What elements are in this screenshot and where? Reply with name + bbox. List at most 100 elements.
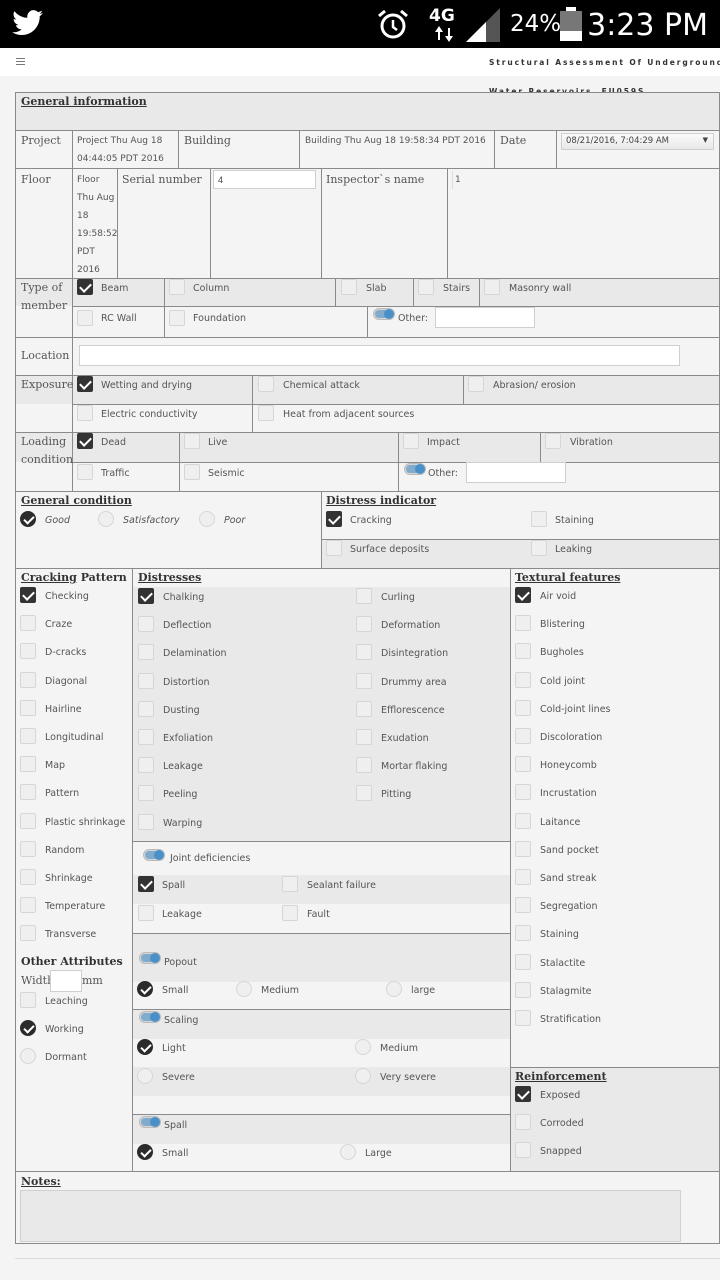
textural-feature-item-checkbox[interactable] (515, 981, 531, 998)
serial-number-input[interactable] (213, 170, 316, 189)
good-radio[interactable] (20, 511, 36, 527)
textural-feature-item-checkbox[interactable] (515, 728, 531, 744)
floor-value[interactable]: Floor Thu Aug 18 19:58:52 PDT 2016 (77, 171, 117, 279)
textural-feature-item-checkbox[interactable] (515, 615, 531, 632)
cracking-pattern-item-checkbox[interactable] (20, 587, 36, 603)
popout-large-radio[interactable] (386, 981, 402, 997)
popout-toggle[interactable] (139, 952, 161, 964)
cracking-pattern-item-checkbox[interactable] (20, 728, 36, 744)
sealant-failure-checkbox[interactable] (282, 876, 298, 892)
date-select[interactable]: 08/21/2016, 7:04:29 AM ▼ (561, 133, 714, 150)
distress-item-checkbox[interactable] (356, 672, 372, 689)
menu-icon[interactable] (16, 58, 25, 65)
stairs-checkbox[interactable] (418, 279, 434, 295)
popout-small-radio[interactable] (137, 981, 153, 997)
notes-textarea[interactable] (20, 1190, 681, 1242)
textural-feature-item-checkbox[interactable] (515, 869, 531, 885)
distress-item-checkbox[interactable] (138, 616, 154, 633)
staining-ind-checkbox[interactable] (531, 511, 547, 527)
distress-item-checkbox[interactable] (356, 729, 372, 745)
textural-feature-item-checkbox[interactable] (515, 671, 531, 688)
spall-small-radio[interactable] (137, 1144, 153, 1160)
fault-checkbox[interactable] (282, 905, 298, 921)
impact-checkbox[interactable] (403, 433, 419, 449)
loading-other-input[interactable] (466, 462, 566, 483)
distress-item-checkbox[interactable] (138, 729, 154, 745)
width-input[interactable] (50, 970, 82, 992)
distress-item-checkbox[interactable] (356, 588, 372, 604)
textural-feature-item-checkbox[interactable] (515, 643, 531, 660)
distress-item-checkbox[interactable] (138, 757, 154, 774)
leaching-checkbox[interactable] (20, 992, 36, 1008)
distress-item-checkbox[interactable] (356, 700, 372, 717)
distress-item-checkbox[interactable] (356, 785, 372, 802)
abrasion-checkbox[interactable] (468, 376, 484, 392)
spall-large-radio[interactable] (340, 1144, 356, 1160)
dead-checkbox[interactable] (77, 433, 93, 449)
textural-feature-item-checkbox[interactable] (515, 953, 531, 970)
masonry-checkbox[interactable] (484, 279, 500, 295)
cracking-pattern-item-checkbox[interactable] (20, 756, 36, 773)
textural-feature-item-checkbox[interactable] (515, 699, 531, 716)
vibration-checkbox[interactable] (545, 433, 561, 449)
distress-item-checkbox[interactable] (356, 616, 372, 633)
dormant-radio[interactable] (20, 1048, 36, 1064)
textural-feature-item-checkbox[interactable] (515, 812, 531, 829)
working-radio[interactable] (20, 1020, 36, 1036)
joint-leakage-checkbox[interactable] (138, 905, 154, 921)
textural-feature-item-checkbox[interactable] (515, 840, 531, 857)
scaling-toggle[interactable] (139, 1011, 161, 1023)
textural-feature-item-checkbox[interactable] (515, 756, 531, 773)
seismic-checkbox[interactable] (184, 464, 200, 480)
scaling-very-severe-radio[interactable] (355, 1068, 371, 1084)
live-checkbox[interactable] (184, 433, 200, 449)
textural-feature-item-checkbox[interactable] (515, 897, 531, 914)
cracking-pattern-item-checkbox[interactable] (20, 925, 36, 942)
cracking-pattern-item-checkbox[interactable] (20, 840, 36, 857)
scaling-severe-radio[interactable] (137, 1068, 153, 1084)
cracking-pattern-item-checkbox[interactable] (20, 699, 36, 716)
traffic-checkbox[interactable] (77, 464, 93, 480)
distress-item-checkbox[interactable] (356, 757, 372, 774)
textural-feature-item-checkbox[interactable] (515, 925, 531, 942)
heat-checkbox[interactable] (258, 405, 274, 421)
rcwall-checkbox[interactable] (77, 310, 93, 326)
distress-item-checkbox[interactable] (138, 644, 154, 661)
distress-item-checkbox[interactable] (356, 644, 372, 661)
cracking-checkbox[interactable] (326, 511, 342, 527)
cracking-pattern-item-checkbox[interactable] (20, 671, 36, 688)
building-value[interactable]: Building Thu Aug 18 19:58:34 PDT 2016 (305, 132, 486, 150)
joint-spall-checkbox[interactable] (138, 876, 154, 892)
cracking-pattern-item-checkbox[interactable] (20, 643, 36, 660)
inspector-value[interactable]: 1 (452, 171, 461, 189)
member-other-toggle[interactable] (373, 308, 395, 320)
distress-item-checkbox[interactable] (138, 813, 154, 830)
leaking-checkbox[interactable] (531, 540, 547, 556)
textural-feature-item-checkbox[interactable] (515, 1010, 531, 1026)
wet-checkbox[interactable] (77, 376, 93, 392)
chem-checkbox[interactable] (258, 376, 274, 392)
distress-item-checkbox[interactable] (138, 588, 154, 604)
surface-deposits-checkbox[interactable] (326, 540, 342, 556)
cracking-pattern-item-checkbox[interactable] (20, 812, 36, 829)
distress-item-checkbox[interactable] (138, 672, 154, 689)
location-input[interactable] (79, 345, 680, 366)
distress-item-checkbox[interactable] (138, 785, 154, 802)
beam-checkbox[interactable] (77, 279, 93, 295)
poor-radio[interactable] (199, 511, 215, 527)
scaling-medium-radio[interactable] (355, 1039, 371, 1055)
elec-checkbox[interactable] (77, 405, 93, 421)
cracking-pattern-item-checkbox[interactable] (20, 784, 36, 801)
foundation-checkbox[interactable] (169, 310, 185, 326)
snapped-checkbox[interactable] (515, 1142, 531, 1158)
project-value[interactable]: Project Thu Aug 18 04:44:05 PDT 2016 (77, 132, 177, 168)
column-checkbox[interactable] (169, 279, 185, 295)
popout-medium-radio[interactable] (236, 981, 252, 997)
loading-other-toggle[interactable] (404, 463, 426, 475)
slab-checkbox[interactable] (341, 279, 357, 295)
satisfactory-radio[interactable] (98, 511, 114, 527)
distress-item-checkbox[interactable] (138, 700, 154, 717)
joint-deficiencies-toggle[interactable] (143, 849, 165, 861)
cracking-pattern-item-checkbox[interactable] (20, 869, 36, 885)
cracking-pattern-item-checkbox[interactable] (20, 897, 36, 914)
